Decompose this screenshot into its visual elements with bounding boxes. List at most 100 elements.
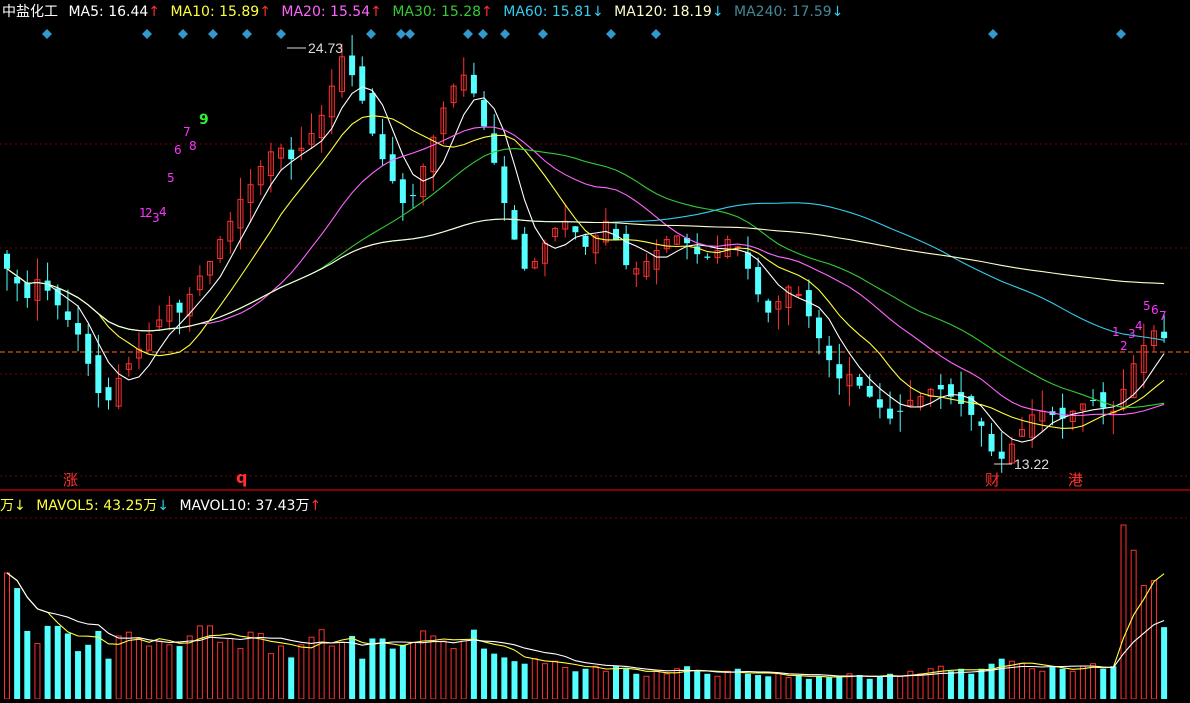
ma5-item[interactable]: MA5: 16.44↑ — [68, 4, 160, 20]
volume-bar-83 — [846, 673, 853, 700]
volume-bar-12 — [125, 631, 132, 700]
candle-body-80 — [816, 317, 822, 339]
volume-bar-23 — [237, 648, 244, 700]
volume-bar-29 — [298, 644, 305, 700]
candle-body-17 — [176, 302, 183, 313]
volume-lead: 万↓ — [0, 498, 26, 514]
volume-bar-43 — [440, 640, 447, 700]
volume-bar-102 — [1039, 670, 1046, 700]
volume-bar-109 — [1110, 666, 1117, 699]
volume-bar-110 — [1120, 524, 1127, 700]
ma30-line — [6, 148, 1165, 408]
candle-body-107 — [1090, 400, 1097, 402]
candle-body-86 — [876, 399, 883, 408]
volume-bar-57 — [582, 668, 589, 699]
volume-bar-69 — [704, 673, 711, 699]
ma30-arrow: ↑ — [481, 4, 493, 20]
marker-cai[interactable]: 财 — [985, 471, 1000, 489]
candle-body-6 — [64, 311, 71, 320]
volume-bar-34 — [349, 635, 356, 699]
ma120-item[interactable]: MA120: 18.19↓ — [614, 4, 723, 20]
candle-body-7 — [75, 323, 82, 335]
ma10-value: 15.89 — [219, 4, 260, 20]
signal-diamond-2 — [178, 29, 188, 39]
candle-body-37 — [379, 134, 386, 160]
signal-diamond-1 — [142, 29, 152, 39]
volume-bar-49 — [501, 657, 508, 699]
volume-bar-31 — [318, 629, 325, 700]
candle-body-57 — [582, 235, 589, 247]
candle-body-39 — [399, 179, 406, 204]
stock-name[interactable]: 中盐化工 — [2, 4, 58, 20]
volume-bar-4 — [44, 625, 51, 699]
volume-bar-50 — [511, 661, 518, 699]
ma20-item[interactable]: MA20: 15.54↑ — [281, 4, 381, 20]
volume-bar-26 — [267, 653, 274, 700]
volume-bar-78 — [795, 675, 802, 699]
ma240-item[interactable]: MA240: 17.59↓ — [734, 4, 843, 20]
seq-right-4: 4 — [1135, 319, 1143, 333]
candle-body-114 — [1161, 331, 1168, 339]
volume-bar-42 — [430, 635, 437, 700]
volume-bar-16 — [166, 644, 173, 700]
volume-bar-35 — [359, 658, 366, 699]
signal-diamond-8 — [405, 29, 415, 39]
candle-body-38 — [389, 154, 396, 182]
ma30-item[interactable]: MA30: 15.28↑ — [392, 4, 492, 20]
kline-chart[interactable]: 24.73 13.22 涨 q 财 港 1 2 3 4 5 6 7 8 9 1 … — [0, 0, 1190, 700]
volume-bar-93 — [947, 671, 954, 699]
volume-bar-70 — [714, 675, 721, 700]
volume-bar-74 — [755, 675, 762, 699]
volume-bar-103 — [1049, 666, 1056, 699]
ma240-arrow: ↓ — [831, 4, 844, 20]
volume-bar-100 — [1019, 663, 1025, 700]
volume-bar-61 — [623, 668, 630, 699]
volume-bar-94 — [958, 668, 965, 699]
candle-body-28 — [288, 149, 295, 160]
ma5-line — [6, 86, 1165, 443]
signal-diamond-5 — [276, 29, 286, 39]
volume-bar-95 — [968, 673, 975, 699]
signal-diamond-7 — [396, 29, 406, 39]
volume-bar-39 — [399, 644, 406, 699]
signal-markers — [42, 29, 1126, 39]
volume-bar-2 — [24, 630, 31, 699]
candle-body-50 — [511, 210, 518, 240]
mavol5-item[interactable]: MAVOL5: 43.25万↓ — [36, 498, 169, 514]
volume-bar-37 — [379, 638, 386, 699]
seq-left-6: 6 — [174, 143, 182, 157]
candlesticks — [4, 35, 1168, 473]
volume-bar-114 — [1161, 627, 1168, 699]
volume-bar-54 — [552, 660, 559, 700]
mavol10-item[interactable]: MAVOL10: 37.43万↑ — [179, 498, 321, 514]
candle-body-81 — [826, 345, 833, 361]
ma30-label: MA30: — [392, 4, 437, 20]
signal-diamond-6 — [366, 29, 376, 39]
candle-body-69 — [704, 256, 711, 258]
volume-bar-105 — [1069, 670, 1076, 700]
marker-q[interactable]: q — [236, 468, 247, 487]
volume-bar-22 — [227, 637, 234, 700]
volume-bar-75 — [765, 676, 772, 699]
marker-gang[interactable]: 港 — [1068, 471, 1083, 489]
volume-bar-5 — [54, 625, 61, 699]
volume-bar-18 — [186, 635, 193, 700]
volume-bar-111 — [1130, 549, 1137, 700]
candle-body-36 — [369, 93, 376, 134]
ma20-value: 15.54 — [330, 4, 371, 20]
volume-bar-38 — [389, 648, 396, 699]
volume-bar-87 — [887, 673, 894, 699]
volume-bar-14 — [146, 645, 153, 700]
volume-bar-62 — [633, 673, 640, 699]
ma10-item[interactable]: MA10: 15.89↑ — [170, 4, 270, 20]
candle-body-35 — [359, 66, 366, 101]
volume-bar-90 — [917, 673, 924, 700]
signal-diamond-0 — [42, 29, 52, 39]
candle-body-56 — [572, 226, 579, 233]
ma60-item[interactable]: MA60: 15.81↓ — [503, 4, 603, 20]
marker-zhang[interactable]: 涨 — [63, 471, 78, 489]
candle-body-40 — [410, 195, 416, 197]
ma20-arrow: ↑ — [370, 4, 382, 20]
candle-body-87 — [887, 408, 894, 419]
volume-bar-71 — [724, 670, 731, 700]
